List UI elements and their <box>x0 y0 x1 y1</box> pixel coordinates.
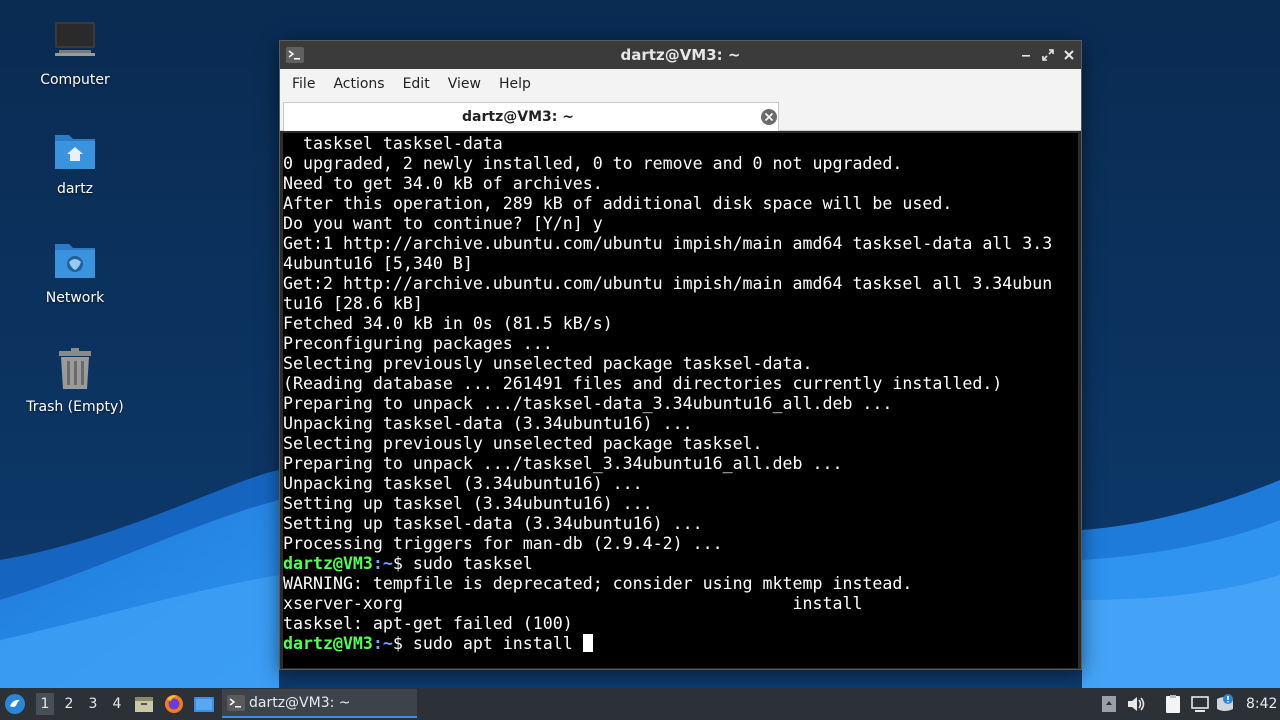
menu-file[interactable]: File <box>283 69 324 99</box>
terminal-line: Get:2 http://archive.ubuntu.com/ubuntu i… <box>283 274 1053 293</box>
computer-icon <box>55 22 95 56</box>
terminal-cursor <box>582 634 593 652</box>
window-titlebar[interactable]: dartz@VM3: ~ <box>280 41 1081 69</box>
tab-close-icon[interactable] <box>760 108 778 126</box>
update-notification-icon[interactable] <box>1214 693 1236 715</box>
desktop-icon-label: Network <box>45 290 105 306</box>
terminal-line: 0 upgraded, 2 newly installed, 0 to remo… <box>283 154 903 173</box>
terminal-line: Processing triggers for man-db (2.9.4-2)… <box>283 534 723 553</box>
terminal-line: After this operation, 289 kB of addition… <box>283 194 953 213</box>
terminal-line: dartz@VM3:~$ sudo apt install <box>283 634 1052 654</box>
maximize-button[interactable] <box>1040 47 1056 63</box>
workspace-4[interactable]: 4 <box>109 696 125 712</box>
terminal-line: Selecting previously unselected package … <box>283 354 813 373</box>
workspace-2[interactable]: 2 <box>61 696 77 712</box>
clock: 8:42 <box>1246 696 1278 712</box>
terminal-line: Get:1 http://archive.ubuntu.com/ubuntu i… <box>283 234 1053 253</box>
desktop-icon-network[interactable]: Network <box>20 236 130 306</box>
menu-edit[interactable]: Edit <box>394 69 439 99</box>
terminal-window: dartz@VM3: ~ File Actions Edit View Help… <box>279 40 1082 670</box>
terminal-icon <box>227 695 245 711</box>
prompt-path: :~ <box>372 634 393 653</box>
window-title: dartz@VM3: ~ <box>620 46 741 64</box>
screen-icon[interactable] <box>1098 693 1120 715</box>
menu-actions[interactable]: Actions <box>324 69 393 99</box>
terminal-line: (Reading database ... 261491 files and d… <box>283 374 1003 393</box>
start-menu-icon[interactable] <box>4 693 26 715</box>
taskbar: 1 2 3 4 dartz@VM3: ~ 8:42 <box>0 688 1280 720</box>
task-label: dartz@VM3: ~ <box>249 695 351 711</box>
home-folder-icon <box>55 135 95 169</box>
firefox-icon[interactable] <box>163 693 185 715</box>
tab-bar: dartz@VM3: ~ <box>280 99 1081 131</box>
prompt-user: dartz@VM3 <box>283 554 373 573</box>
prompt-symbol: $ <box>392 634 413 653</box>
minimize-button[interactable] <box>1018 47 1034 63</box>
desktop-icon-home[interactable]: dartz <box>20 127 130 197</box>
terminal-line: tasksel: apt-get failed (100) <box>283 614 573 633</box>
terminal-line: Setting up tasksel-data (3.34ubuntu16) .… <box>283 514 703 533</box>
trash-icon <box>59 348 91 389</box>
terminal-line: Preconfiguring packages ... <box>283 334 553 353</box>
terminal-line: dartz@VM3:~$ sudo tasksel <box>283 554 1052 574</box>
terminal-line: Unpacking tasksel-data (3.34ubuntu16) ..… <box>283 414 693 433</box>
terminal-lines: tasksel tasksel-data 0 upgraded, 2 newly … <box>283 134 1052 654</box>
terminal-line: Fetched 34.0 kB in 0s (81.5 kB/s) <box>283 314 613 333</box>
taskbar-task-terminal[interactable]: dartz@VM3: ~ <box>222 689 417 718</box>
desktop-icon-label: Trash (Empty) <box>26 399 124 415</box>
prompt-symbol: $ <box>392 554 413 573</box>
terminal-line: Do you want to continue? [Y/n] y <box>283 214 603 233</box>
menu-help[interactable]: Help <box>490 69 540 99</box>
workspace-3[interactable]: 3 <box>85 696 101 712</box>
terminal-line: Preparing to unpack .../tasksel-data_3.3… <box>283 394 893 413</box>
prompt-path: :~ <box>372 554 393 573</box>
close-button[interactable] <box>1061 47 1077 63</box>
desktop-icon-label: dartz <box>56 181 94 197</box>
terminal-line: Unpacking tasksel (3.34ubuntu16) ... <box>283 474 643 493</box>
terminal-line: xserver-xorg install <box>283 594 863 613</box>
command-text: sudo apt install <box>412 634 583 653</box>
clipboard-icon[interactable] <box>1162 693 1184 715</box>
desktop-icon-label: Computer <box>40 72 110 88</box>
terminal-line: Selecting previously unselected package … <box>283 434 763 453</box>
workspace-1[interactable]: 1 <box>36 693 54 715</box>
file-manager-icon[interactable] <box>133 693 155 715</box>
terminal-line: tu16 [28.6 kB] <box>283 294 423 313</box>
volume-icon[interactable] <box>1125 693 1147 715</box>
menu-view[interactable]: View <box>439 69 490 99</box>
prompt-user: dartz@VM3 <box>283 634 373 653</box>
terminal-line: WARNING: tempfile is deprecated; conside… <box>283 574 913 593</box>
tab-label: dartz@VM3: ~ <box>462 109 574 125</box>
terminal-output[interactable]: tasksel tasksel-data 0 upgraded, 2 newly … <box>283 133 1078 668</box>
command-text: sudo tasksel <box>412 554 533 573</box>
terminal-line: 4ubuntu16 [5,340 B] <box>283 254 473 273</box>
terminal-line: Setting up tasksel (3.34ubuntu16) ... <box>283 494 653 513</box>
menu-bar: File Actions Edit View Help <box>280 69 1081 99</box>
terminal-line: Need to get 34.0 kB of archives. <box>283 174 603 193</box>
tab-terminal[interactable]: dartz@VM3: ~ <box>283 102 779 131</box>
show-desktop-icon[interactable] <box>193 693 215 715</box>
terminal-line: tasksel tasksel-data <box>283 134 503 153</box>
network-icon[interactable] <box>1189 693 1211 715</box>
terminal-line: Preparing to unpack .../tasksel_3.34ubun… <box>283 454 843 473</box>
desktop-icon-computer[interactable]: Computer <box>20 18 130 88</box>
network-folder-icon <box>55 244 95 278</box>
desktop-icon-trash[interactable]: Trash (Empty) <box>20 345 130 415</box>
